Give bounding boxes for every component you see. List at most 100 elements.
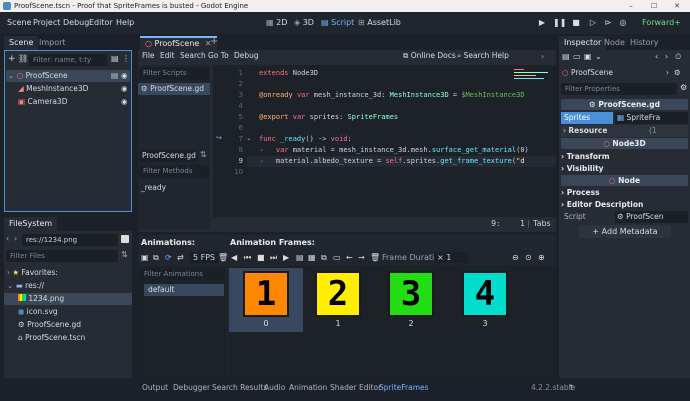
script-list-item[interactable]: ⚙ ProofScene.gd	[138, 83, 210, 95]
fold-arrow-icon[interactable]: ⌄	[246, 134, 252, 142]
move-left-icon[interactable]: ←	[346, 253, 353, 262]
autoplay-icon[interactable]: ⟳	[165, 253, 172, 262]
filesystem-item[interactable]: 1234.png	[4, 293, 132, 305]
resource-subsection[interactable]: › Resource (1 change)	[561, 125, 688, 147]
scene-script-icon[interactable]: ▤	[111, 54, 119, 63]
play-custom-icon[interactable]: ⊳	[602, 17, 614, 29]
back-arrow-icon[interactable]: ‹	[6, 234, 9, 243]
transform-section[interactable]: › Transform	[561, 151, 688, 162]
play-icon[interactable]: ▶	[536, 17, 548, 29]
play-start-icon[interactable]: ⏭	[270, 253, 277, 263]
zoom-in-icon[interactable]: ⊕	[538, 253, 545, 262]
new-resource-icon[interactable]: ▤	[562, 52, 570, 61]
filesystem-item[interactable]: ⚙ ProofScene.gd	[4, 319, 132, 331]
forward-arrow-icon[interactable]: ›	[665, 52, 668, 61]
add-metadata-button[interactable]: + Add Metadata	[579, 225, 671, 238]
scene-tree-item[interactable]: ▣ Camera3D ◉	[6, 96, 130, 108]
tab-search-results[interactable]: Search Results	[212, 381, 267, 394]
script-property-value[interactable]: ⚙ ProofScen	[615, 211, 688, 223]
visibility-eye-icon[interactable]: ◉	[121, 96, 128, 108]
node3d-category-header[interactable]: ○ Node3D	[561, 138, 688, 149]
tab-history[interactable]: History	[625, 36, 663, 50]
filter-scripts-input[interactable]: Filter Scripts	[139, 67, 209, 80]
sort-icon[interactable]: ⇅	[200, 150, 207, 159]
stop-icon[interactable]: ■	[257, 253, 265, 262]
zoom-out-icon[interactable]: ⊖	[512, 253, 519, 262]
add-node-icon[interactable]: +	[8, 54, 16, 64]
tab-import[interactable]: Import	[34, 36, 71, 50]
filesystem-item[interactable]: › ★ Favorites:	[4, 267, 132, 279]
workspace-3d-button[interactable]: ◈ 3D	[294, 12, 314, 34]
tab-shader-editor[interactable]: Shader Editor	[330, 381, 381, 394]
tools-icon[interactable]: ⚙	[674, 67, 681, 79]
animation-list-item[interactable]: default	[144, 284, 224, 296]
tab-debugger[interactable]: Debugger	[173, 381, 210, 394]
process-section[interactable]: › Process	[561, 187, 688, 198]
tab-audio[interactable]: Audio	[264, 381, 285, 394]
split-mode-icon[interactable]	[121, 235, 129, 243]
inspected-object[interactable]: ○ ProofScene › ⚙	[562, 67, 687, 79]
workspace-2d-button[interactable]: ▦ 2D	[266, 12, 287, 34]
maximize-button[interactable]: ☐	[643, 0, 665, 12]
script-category-header[interactable]: ⚙ ProofScene.gd	[561, 99, 688, 110]
loop-icon[interactable]: ⇄	[177, 253, 184, 262]
visibility-section[interactable]: › Visibility	[561, 163, 688, 174]
script-menu-file[interactable]: File	[142, 45, 155, 67]
duplicate-icon[interactable]: ⧉	[153, 253, 159, 263]
frame-duration-input[interactable]: × 1	[434, 252, 468, 263]
menu-editor[interactable]: Editor	[89, 12, 113, 34]
visibility-eye-icon[interactable]: ◉	[121, 70, 128, 82]
menu-debug[interactable]: Debug	[63, 12, 89, 34]
open-resource-icon[interactable]: ▭	[573, 52, 581, 61]
play-backwards-start-icon[interactable]: ⏮	[244, 253, 251, 263]
frame-thumbnail[interactable]: 1	[243, 271, 289, 317]
workspace-script-button[interactable]: ▤ Script	[321, 12, 354, 34]
add-frames-sheet-icon[interactable]: ▦	[308, 253, 316, 262]
visibility-eye-icon[interactable]: ◉	[121, 83, 128, 95]
search-help-button[interactable]: ⌕ Search Help	[457, 45, 509, 67]
back-arrow-icon[interactable]: ‹	[655, 52, 658, 61]
copy-icon[interactable]: ⧉	[321, 253, 327, 263]
link-icon[interactable]: ⛓	[18, 54, 28, 63]
scene-tree-item[interactable]: ◢ MeshInstance3D ◉	[6, 83, 130, 95]
frame-thumbnail[interactable]: 3	[388, 271, 434, 317]
frame-thumbnail[interactable]: 2	[315, 271, 361, 317]
editor-description-section[interactable]: › Editor Description	[561, 199, 688, 210]
minimize-button[interactable]: –	[620, 0, 642, 12]
save-resource-icon[interactable]: ▣	[584, 52, 592, 61]
movie-maker-icon[interactable]: ◎	[617, 17, 629, 29]
script-menu-search[interactable]: Search	[180, 45, 206, 67]
tab-spriteframes[interactable]: SpriteFrames	[379, 381, 429, 394]
sprites-property-value[interactable]: ▦ SpriteFra	[615, 112, 688, 124]
code-editor[interactable]: 1 2 3 4 5 6 7 8 9 10 ↪ ⌄ extends Node3D …	[213, 65, 556, 217]
forward-arrow-icon[interactable]: ›	[14, 234, 17, 243]
zoom-reset-icon[interactable]: ⊙	[525, 253, 532, 262]
script-menu-goto[interactable]: Go To	[208, 45, 229, 67]
filesystem-filter-input[interactable]: Filter Files	[6, 250, 118, 262]
resource-menu-icon[interactable]: ⌄	[595, 52, 602, 61]
tab-animation[interactable]: Animation	[289, 381, 327, 394]
filesystem-path-input[interactable]: res://1234.png	[22, 234, 118, 246]
frame-thumbnail[interactable]: 4	[462, 271, 508, 317]
play-backwards-icon[interactable]: ◀	[231, 253, 237, 262]
menu-help[interactable]: Help	[116, 12, 134, 34]
close-window-button[interactable]: ✕	[666, 0, 688, 12]
filter-animations-input[interactable]: Filter Animations	[140, 268, 224, 280]
play-icon[interactable]: ▶	[283, 253, 289, 262]
script-attached-icon[interactable]: ▤	[111, 70, 118, 82]
fps-spinbox[interactable]: 5 FPS	[190, 252, 219, 263]
stop-icon[interactable]: ■	[570, 17, 582, 29]
delete-animation-icon[interactable]: 🗑	[218, 253, 228, 262]
move-right-icon[interactable]: →	[358, 253, 365, 262]
filesystem-item[interactable]: ◼ icon.svg	[4, 306, 132, 318]
indent-mode[interactable]: Tabs	[533, 217, 551, 230]
script-menu-debug[interactable]: Debug	[234, 45, 259, 67]
scene-filter-input[interactable]: Filter: name, t:ty	[29, 54, 107, 66]
more-menu-icon[interactable]: ⋮	[122, 54, 130, 63]
script-menu-edit[interactable]: Edit	[160, 45, 175, 67]
new-animation-icon[interactable]: ▣	[141, 253, 149, 262]
forward-arrow-icon[interactable]: ›	[541, 52, 544, 61]
node-category-header[interactable]: ○ Node	[561, 175, 688, 186]
filesystem-item[interactable]: ⌂ ProofScene.tscn	[4, 332, 132, 344]
tab-output[interactable]: Output	[142, 381, 168, 394]
